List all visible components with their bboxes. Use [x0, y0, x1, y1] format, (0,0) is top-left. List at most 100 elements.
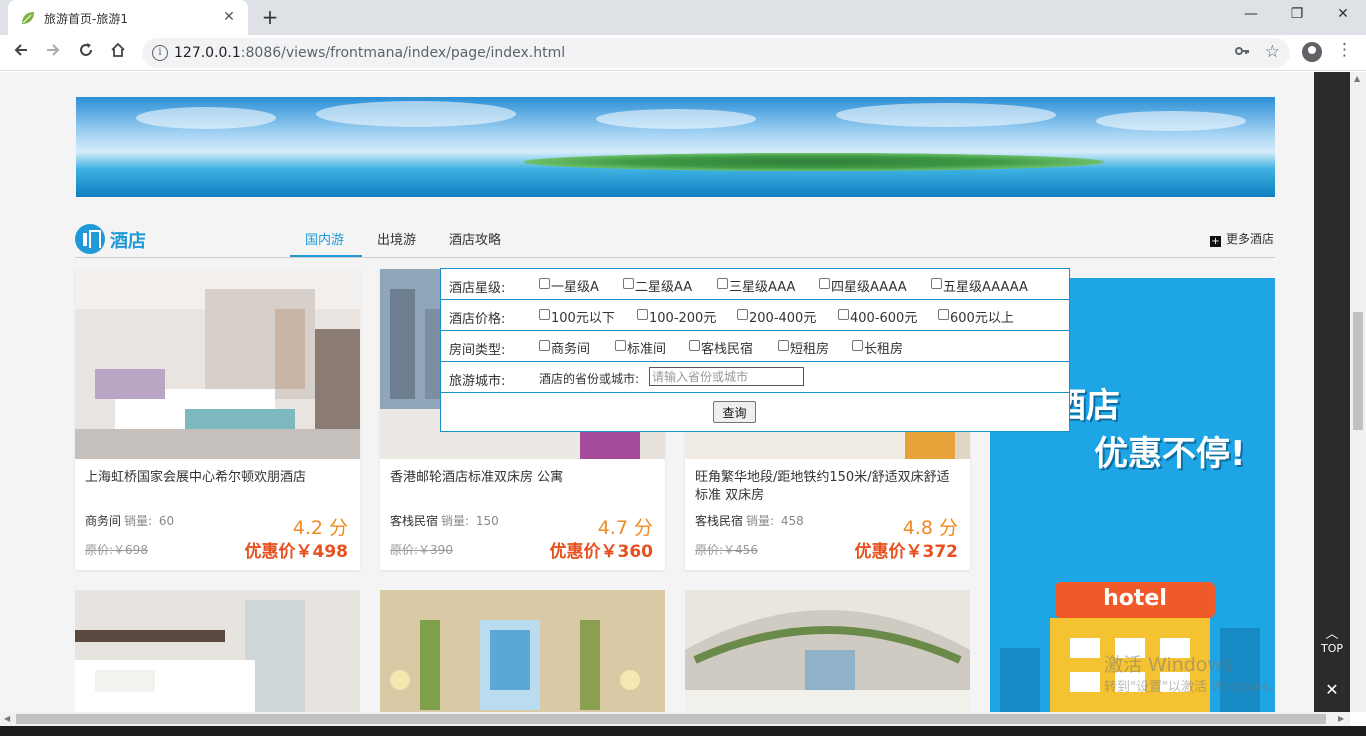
scroll-up-icon[interactable]: ▲ — [1354, 74, 1360, 83]
checkbox[interactable] — [931, 278, 942, 289]
original-price: 原价:￥698 — [85, 543, 148, 557]
back-icon[interactable] — [8, 40, 34, 66]
star-icon[interactable]: ☆ — [1265, 42, 1280, 62]
hotel-name[interactable]: 上海虹桥国家会展中心希尔顿欢朋酒店 — [85, 469, 353, 487]
price-option-3[interactable]: 200-400元 — [737, 307, 816, 326]
option-label: 三星级AAA — [729, 280, 796, 295]
checkbox[interactable] — [615, 340, 626, 351]
checkbox[interactable] — [819, 278, 830, 289]
option-label: 短租房 — [790, 342, 830, 357]
option-label: 客栈民宿 — [701, 342, 754, 357]
room-option-3[interactable]: 客栈民宿 — [689, 338, 753, 357]
plus-icon: + — [1210, 236, 1221, 247]
tab-domestic[interactable]: 国内游 — [305, 229, 344, 248]
address-bar[interactable]: i 127.0.0.1:8086/views/frontmana/index/p… — [142, 38, 1290, 68]
promo-subtitle: 优惠不停! — [1094, 434, 1246, 474]
star-option-2[interactable]: 二星级AA — [623, 276, 692, 295]
checkbox[interactable] — [838, 309, 849, 320]
menu-icon[interactable]: ⋮ — [1336, 40, 1353, 60]
star-option-4[interactable]: 四星级AAAA — [819, 276, 907, 295]
hotel-card[interactable]: 上海虹桥国家会展中心希尔顿欢朋酒店 商务间 销量: 60 4.2 分 原价:￥69… — [75, 269, 360, 570]
forward-icon[interactable] — [40, 40, 66, 66]
star-option-3[interactable]: 三星级AAA — [717, 276, 795, 295]
scroll-right-icon[interactable]: ▶ — [1338, 714, 1344, 723]
checkbox[interactable] — [717, 278, 728, 289]
room-option-5[interactable]: 长租房 — [852, 338, 903, 357]
horizontal-scroll-thumb[interactable] — [16, 714, 1326, 724]
url-host: 127.0.0.1 — [174, 45, 241, 61]
query-button[interactable]: 查询 — [713, 401, 756, 423]
tab-hotel-guide[interactable]: 酒店攻略 — [449, 229, 501, 248]
checkbox[interactable] — [852, 340, 863, 351]
browser-tab[interactable]: 旅游首页-旅游1 ✕ — [8, 0, 248, 35]
price-option-4[interactable]: 400-600元 — [838, 307, 917, 326]
hotel-score: 4.7 分 — [597, 517, 653, 539]
hotel-photo[interactable] — [75, 590, 360, 712]
scroll-left-icon[interactable]: ◀ — [4, 714, 10, 723]
city-input[interactable] — [649, 367, 804, 386]
arrow-up-icon: ︿ — [1325, 627, 1339, 642]
profile-icon[interactable] — [1302, 42, 1322, 62]
hotel-photo[interactable] — [685, 590, 970, 712]
back-to-top-button[interactable]: ︿ TOP — [1316, 628, 1348, 662]
horizontal-scrollbar[interactable]: ◀ ▶ — [0, 712, 1350, 726]
key-icon[interactable] — [1234, 43, 1250, 63]
reload-icon[interactable] — [73, 40, 99, 66]
checkbox[interactable] — [938, 309, 949, 320]
submit-row: 查询 — [441, 393, 1069, 431]
checkbox[interactable] — [623, 278, 634, 289]
url-text[interactable]: 127.0.0.1:8086/views/frontmana/index/pag… — [174, 45, 565, 61]
more-hotels-label: 更多酒店 — [1226, 232, 1275, 246]
star-filter-row: 酒店星级: 一星级A 二星级AA 三星级AAA 四星级AAAA 五星级AAAAA — [441, 269, 1069, 300]
tab-title: 旅游首页-旅游1 — [44, 12, 128, 26]
checkbox[interactable] — [539, 309, 550, 320]
home-icon[interactable] — [105, 40, 131, 66]
option-label: 商务间 — [551, 342, 591, 357]
minimize-button[interactable]: — — [1228, 0, 1274, 30]
checkbox[interactable] — [778, 340, 789, 351]
hotel-name[interactable]: 香港邮轮酒店标准双床房 公寓 — [390, 469, 658, 487]
new-tab-button[interactable]: + — [258, 6, 282, 30]
sales-count: 60 — [158, 514, 175, 528]
hotel-photo[interactable] — [380, 590, 665, 712]
tab-outbound[interactable]: 出境游 — [377, 229, 416, 248]
maximize-button[interactable]: ❐ — [1274, 0, 1320, 30]
vertical-scrollbar[interactable]: ▲ — [1350, 72, 1366, 712]
star-option-5[interactable]: 五星级AAAAA — [931, 276, 1028, 295]
room-option-4[interactable]: 短租房 — [778, 338, 829, 357]
hotel-photo[interactable] — [75, 269, 360, 459]
price-filter-label: 酒店价格: — [449, 312, 506, 327]
vertical-scroll-thumb[interactable] — [1353, 312, 1363, 430]
hotel-name[interactable]: 旺角繁华地段/距地铁约150米/舒适双床舒适 标准 双床房 — [695, 469, 963, 505]
room-option-2[interactable]: 标准间 — [615, 338, 666, 357]
checkbox[interactable] — [737, 309, 748, 320]
url-path: :8086/views/frontmana/index/page/index.h… — [240, 45, 566, 61]
option-label: 五星级AAAAA — [943, 280, 1028, 295]
close-icon[interactable]: ✕ — [1316, 676, 1348, 704]
city-hint: 酒店的省份或城市: — [539, 372, 640, 386]
hotel-score: 4.8 分 — [902, 517, 958, 539]
info-icon[interactable]: i — [152, 45, 168, 61]
price-option-1[interactable]: 100元以下 — [539, 307, 615, 326]
star-filter-label: 酒店星级: — [449, 281, 506, 296]
hotel-filter-panel: 酒店星级: 一星级A 二星级AA 三星级AAA 四星级AAAA 五星级AAAAA… — [440, 268, 1070, 432]
browser-tab-bar: 旅游首页-旅游1 ✕ + — ❐ ✕ — [0, 0, 1366, 35]
checkbox[interactable] — [539, 278, 550, 289]
city-filter-label: 旅游城市: — [449, 374, 506, 389]
room-option-1[interactable]: 商务间 — [539, 338, 590, 357]
room-filter-row: 房间类型: 商务间 标准间 客栈民宿 短租房 长租房 — [441, 331, 1069, 362]
price-option-5[interactable]: 600元以上 — [938, 307, 1014, 326]
option-label: 100元以下 — [551, 311, 615, 326]
star-option-1[interactable]: 一星级A — [539, 276, 599, 295]
checkbox[interactable] — [689, 340, 700, 351]
price-option-2[interactable]: 100-200元 — [637, 307, 716, 326]
checkbox[interactable] — [539, 340, 550, 351]
os-taskbar — [0, 726, 1366, 736]
tab-close-icon[interactable]: ✕ — [220, 8, 238, 26]
checkbox[interactable] — [637, 309, 648, 320]
discount-price: 优惠价￥360 — [549, 542, 654, 562]
discount-price: 优惠价￥372 — [854, 542, 959, 562]
option-label: 二星级AA — [635, 280, 693, 295]
close-window-button[interactable]: ✕ — [1320, 0, 1366, 30]
more-hotels-link[interactable]: + 更多酒店 — [1210, 230, 1274, 247]
